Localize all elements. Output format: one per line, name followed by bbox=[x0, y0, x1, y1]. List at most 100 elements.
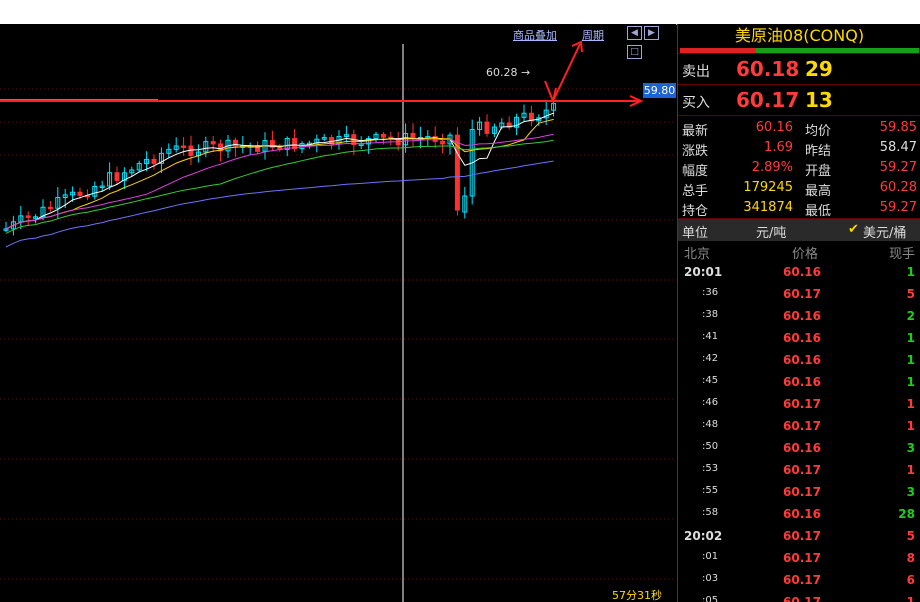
unit-selector: 单位 元/吨 ✔ 美元/桶 bbox=[678, 218, 920, 241]
ma30-line bbox=[5, 139, 554, 234]
tick-volume: 1 bbox=[906, 331, 915, 345]
candle bbox=[47, 206, 53, 210]
stats-row: 持仓 341874 最低 59.27 bbox=[678, 198, 920, 219]
tick-row: :50 60.16 3 bbox=[678, 437, 920, 459]
candle bbox=[25, 215, 31, 218]
tick-time: :05 bbox=[702, 595, 719, 602]
tick-volume: 1 bbox=[906, 595, 915, 602]
tick-time: :50 bbox=[702, 441, 719, 452]
stat-value: 59.85 bbox=[879, 120, 917, 135]
period-link[interactable]: 周期 bbox=[582, 27, 604, 43]
tick-time: :01 bbox=[702, 551, 719, 562]
tick-time: :46 bbox=[702, 397, 719, 408]
tick-price: 60.17 bbox=[783, 287, 821, 301]
stat-label: 开盘 bbox=[805, 164, 832, 179]
zoom-icon[interactable]: □ bbox=[627, 45, 642, 59]
overlay-commodity-link[interactable]: 商品叠加 bbox=[513, 27, 557, 43]
tick-row: 20:01 60.16 1 bbox=[678, 261, 920, 283]
tick-volume: 1 bbox=[906, 419, 915, 433]
tick-row: :38 60.16 2 bbox=[678, 305, 920, 327]
stat-label: 总手 bbox=[682, 184, 709, 199]
tick-time: :53 bbox=[702, 463, 719, 474]
tick-volume: 8 bbox=[906, 551, 915, 565]
candle bbox=[440, 140, 446, 145]
tick-row: :42 60.16 1 bbox=[678, 349, 920, 371]
stat-label: 最高 bbox=[805, 184, 832, 199]
tick-row: :53 60.17 1 bbox=[678, 459, 920, 481]
kline-chart[interactable]: 60.28 → 商品叠加 周期 ◀ ▶□ 59.80 57分31秒 bbox=[0, 24, 676, 602]
candle bbox=[151, 158, 157, 164]
candle bbox=[114, 172, 120, 181]
bid-volume: 13 bbox=[805, 88, 833, 112]
high-price-label: 60.28 → bbox=[486, 66, 530, 79]
window-title-bar bbox=[0, 0, 920, 25]
tick-price: 60.16 bbox=[783, 353, 821, 367]
stat-value: 59.27 bbox=[879, 200, 917, 215]
tick-time: :45 bbox=[702, 375, 719, 386]
tick-volume: 5 bbox=[906, 529, 915, 543]
stat-label: 涨跌 bbox=[682, 144, 709, 159]
ticks-vol-header: 现手 bbox=[888, 247, 915, 262]
candle bbox=[484, 121, 490, 134]
candle bbox=[210, 141, 216, 145]
tick-price: 60.17 bbox=[783, 529, 821, 543]
unit-cny-option[interactable]: 元/吨 bbox=[756, 222, 786, 241]
tick-time: :38 bbox=[702, 309, 719, 320]
candle bbox=[410, 132, 416, 139]
stats-row: 总手 179245 最高 60.28 bbox=[678, 178, 920, 199]
cursor-price-tag: 59.80 bbox=[643, 83, 676, 98]
stat-value: 2.89% bbox=[751, 160, 793, 175]
stat-value: 1.69 bbox=[764, 140, 793, 155]
tick-row: :55 60.17 3 bbox=[678, 481, 920, 503]
tick-volume: 2 bbox=[906, 309, 915, 323]
tick-volume: 3 bbox=[906, 441, 915, 455]
tick-time: :55 bbox=[702, 485, 719, 496]
tick-row: :01 60.17 8 bbox=[678, 547, 920, 569]
stat-label: 最低 bbox=[805, 204, 832, 219]
tick-row: :58 60.16 28 bbox=[678, 503, 920, 525]
tick-volume: 1 bbox=[906, 375, 915, 389]
tick-row: :41 60.16 1 bbox=[678, 327, 920, 349]
contract-title: 美原油08(CONQ) bbox=[734, 26, 865, 45]
tick-row: :05 60.17 1 bbox=[678, 591, 920, 602]
stat-value: 60.28 bbox=[879, 180, 917, 195]
tick-volume: 3 bbox=[906, 485, 915, 499]
stats-table: 最新 60.16 均价 59.85 涨跌 1.69 昨结 58.47 幅度 2.… bbox=[678, 115, 920, 219]
tick-time: :36 bbox=[702, 287, 719, 298]
stat-label: 持仓 bbox=[682, 204, 709, 219]
tick-time: 20:02 bbox=[684, 529, 723, 543]
tick-volume: 5 bbox=[906, 287, 915, 301]
tick-volume: 1 bbox=[906, 463, 915, 477]
candle bbox=[77, 191, 83, 196]
stat-value: 59.27 bbox=[879, 160, 917, 175]
stats-row: 幅度 2.89% 开盘 59.27 bbox=[678, 158, 920, 179]
tick-price: 60.17 bbox=[783, 595, 821, 602]
bid-label: 买入 bbox=[682, 95, 710, 111]
scroll-left-icon[interactable]: ◀ bbox=[627, 26, 642, 40]
stats-row: 涨跌 1.69 昨结 58.47 bbox=[678, 138, 920, 159]
tick-time: :03 bbox=[702, 573, 719, 584]
unit-label: 单位 bbox=[682, 226, 709, 241]
candle bbox=[380, 133, 386, 138]
tick-price: 60.17 bbox=[783, 485, 821, 499]
scroll-right-icon[interactable]: ▶ bbox=[644, 26, 659, 40]
tick-volume: 6 bbox=[906, 573, 915, 587]
tick-row: :03 60.17 6 bbox=[678, 569, 920, 591]
tick-row: 20:02 60.17 5 bbox=[678, 525, 920, 547]
up-annotation-arrow bbox=[552, 43, 581, 102]
tick-time: :42 bbox=[702, 353, 719, 364]
tick-time: :58 bbox=[702, 507, 719, 518]
tick-time: :41 bbox=[702, 331, 719, 342]
quote-panel: 美原油08(CONQ) 卖出 60.18 29 买入 60.17 13 最新 6… bbox=[677, 24, 920, 602]
tick-row: :46 60.17 1 bbox=[678, 393, 920, 415]
tick-time: 20:01 bbox=[684, 265, 723, 279]
tick-volume: 1 bbox=[906, 353, 915, 367]
ask-price: 60.18 bbox=[736, 57, 800, 81]
stat-label: 均价 bbox=[805, 124, 832, 139]
ticks-list[interactable]: 20:01 60.16 1:36 60.17 5:38 60.16 2:41 60.16 1:4… bbox=[678, 261, 920, 602]
tick-price: 60.17 bbox=[783, 397, 821, 411]
tick-price: 60.16 bbox=[783, 331, 821, 345]
unit-usd-option[interactable]: 美元/桶 bbox=[863, 222, 906, 241]
tick-price: 60.17 bbox=[783, 419, 821, 433]
ticks-price-header: 价格 bbox=[792, 247, 819, 262]
